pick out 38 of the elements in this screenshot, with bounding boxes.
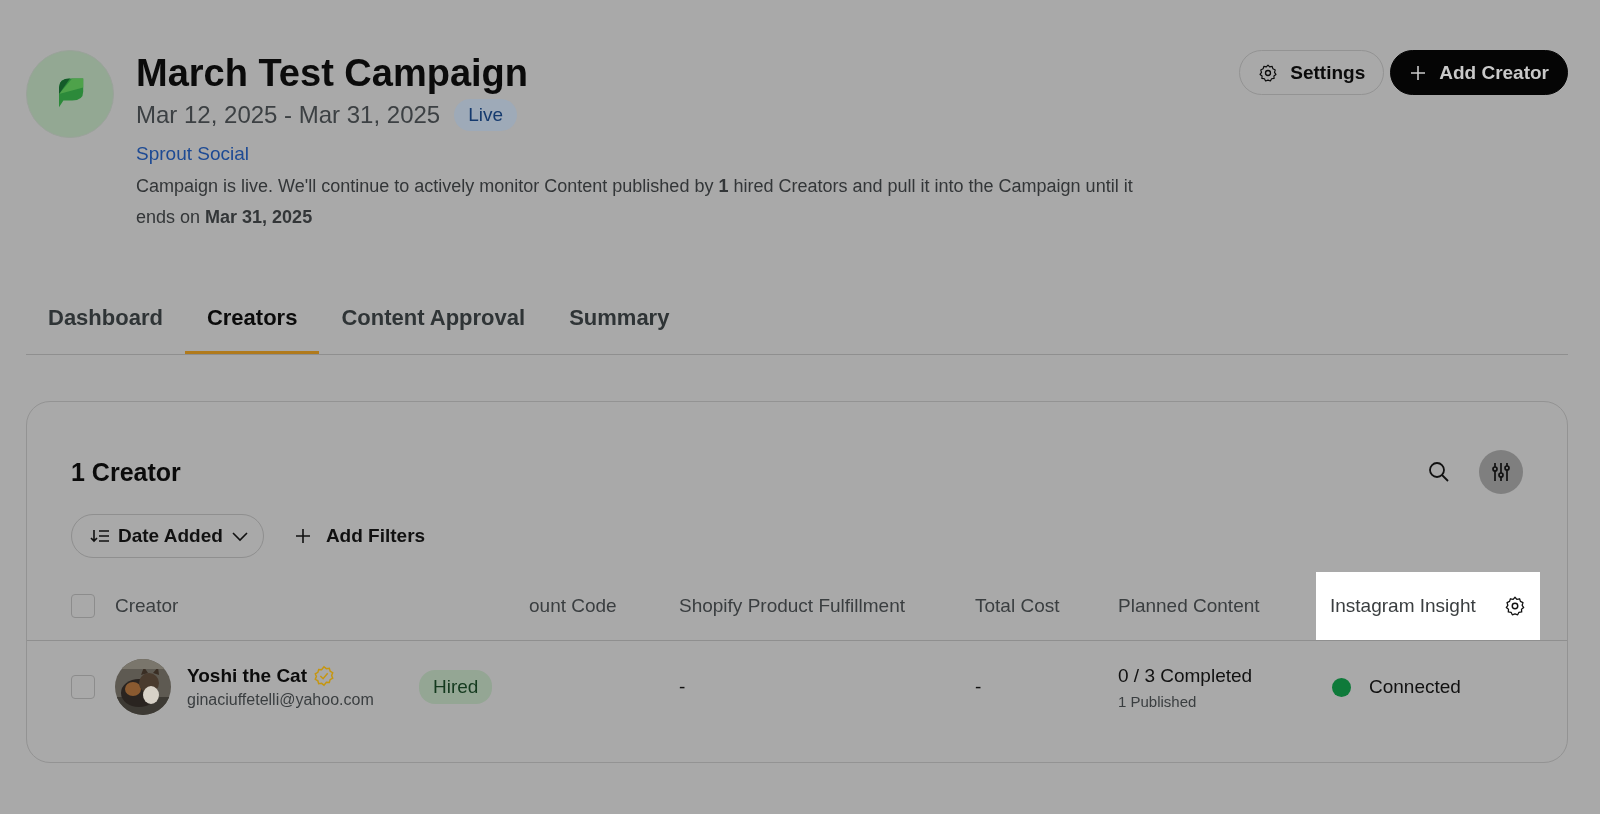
tab[interactable]: Summary — [547, 291, 692, 354]
creator-email: ginaciuffetelli@yahoo.com — [187, 691, 375, 709]
column-header: ount Code — [529, 594, 618, 618]
settings-icon — [1258, 62, 1279, 83]
tab[interactable]: Creators — [184, 291, 320, 354]
campaign-description: Campaign is live. We'll continue to actively monitor Content published by 1 hired Creators and pull it into the Campaign until it ends on Mar 31, 2025 — [136, 175, 1134, 229]
connection-status: Connected — [1369, 676, 1461, 698]
add-filters-button[interactable]: Add Filters — [287, 524, 432, 548]
tab[interactable]: Dashboard — [26, 291, 185, 354]
plus-icon — [1409, 63, 1428, 82]
plus-icon — [293, 527, 312, 545]
sort-icon — [90, 528, 110, 544]
column-header: Planned Content — [1118, 594, 1261, 618]
campaign-dates: Mar 12, 2025 - Mar 31, 2025 — [136, 101, 441, 129]
status-badge: Live — [454, 99, 518, 131]
row-checkbox[interactable] — [71, 675, 95, 699]
table-cell-text: - — [975, 676, 983, 698]
panel-title: 1 Creator — [71, 457, 181, 487]
select-all-checkbox[interactable] — [71, 594, 95, 618]
column-header: Shopify Product Fulfillment — [679, 594, 906, 618]
published-count: 1 Published — [1118, 692, 1198, 710]
add-creator-button[interactable]: Add Creator — [1390, 50, 1568, 95]
column-header: Creator — [115, 594, 180, 618]
creator-name[interactable]: Yoshi the Cat — [187, 665, 307, 687]
status-badge: Hired — [419, 670, 493, 704]
campaign-title: March Test Campaign — [136, 52, 530, 95]
settings-icon[interactable] — [1504, 595, 1526, 617]
settings-button[interactable]: Settings — [1239, 50, 1385, 95]
tab[interactable]: Content Approval — [319, 291, 548, 354]
brand-link[interactable]: Sprout Social — [136, 143, 249, 165]
search-icon — [1427, 460, 1451, 484]
column-settings-button[interactable] — [1479, 450, 1523, 494]
chevron-down-icon — [230, 530, 249, 542]
sliders-icon — [1489, 460, 1513, 484]
column-header: Instagram Insight — [1316, 572, 1540, 640]
column-header: Total Cost — [975, 594, 1061, 618]
table-cell-text: - — [679, 676, 687, 698]
completed-count: 0 / 3 Completed — [1118, 664, 1254, 687]
